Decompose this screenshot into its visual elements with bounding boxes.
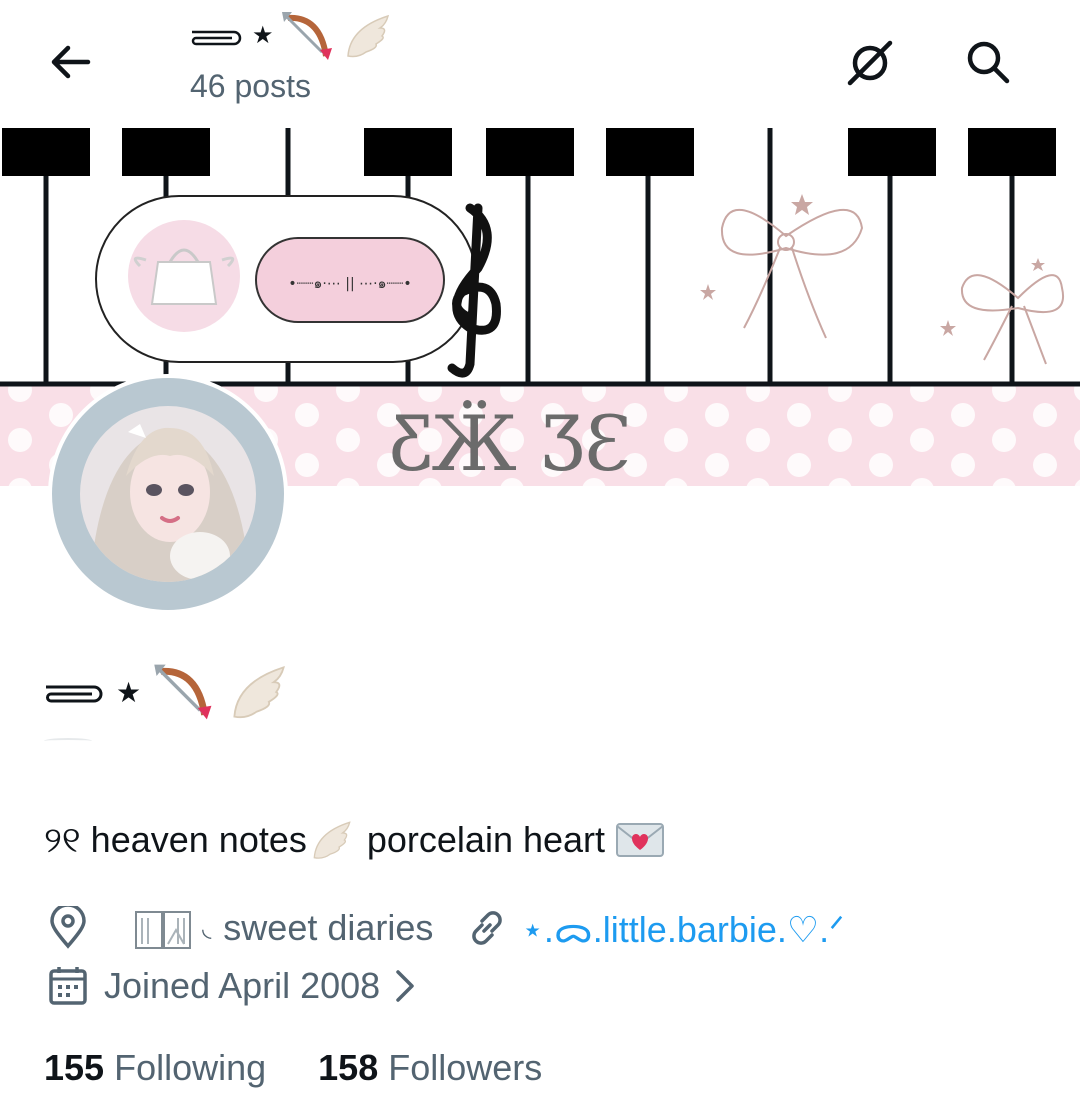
profile-display-name: ★: [44, 660, 291, 724]
avatar-photo: [80, 406, 256, 582]
followers-label: Followers: [388, 1047, 543, 1088]
location-text: sweet diaries: [223, 907, 434, 948]
followers-count: 158: [318, 1047, 379, 1088]
followers-link[interactable]: 158 Followers: [318, 1047, 542, 1089]
website-link[interactable]: ⋆.ᯅ.little.barbie.♡.ᐟ: [521, 904, 844, 953]
search-icon: [967, 41, 1010, 84]
profile-name-star: ★: [116, 676, 142, 708]
paperclip-icon: [46, 685, 103, 703]
love-letter-icon: [616, 823, 665, 857]
location-prefix: ◟: [202, 914, 212, 942]
search-button[interactable]: [960, 34, 1016, 90]
bow-and-arrow-icon: [154, 664, 212, 720]
profile-meta-joined: Joined April 2008: [44, 956, 416, 1016]
bow-and-arrow-icon: [281, 12, 332, 60]
arrow-left-icon: [51, 45, 91, 79]
wing-icon: [346, 14, 389, 58]
post-count: 46 posts: [190, 68, 311, 104]
slashed-circle-icon: [847, 40, 893, 86]
chevron-right-icon[interactable]: [394, 968, 416, 1004]
banner-glyphs: ƸӜ ƷƐ: [389, 399, 632, 488]
open-book-icon: [132, 904, 194, 952]
header-title: ★ 46 posts: [190, 8, 394, 106]
location-pin-icon: [44, 904, 92, 952]
avatar-ring: [52, 378, 284, 610]
joined-date: Joined April 2008: [104, 965, 381, 1006]
following-count: 155: [44, 1047, 105, 1088]
grok-button[interactable]: [842, 34, 898, 90]
calendar-icon: [44, 962, 92, 1010]
paperclip-icon: [191, 30, 242, 46]
following-label: Following: [114, 1047, 267, 1088]
following-link[interactable]: 155 Following: [44, 1047, 266, 1089]
wing-icon: [313, 821, 351, 859]
profile-bio: ୨୧ heaven notes porcelain heart: [44, 812, 675, 868]
top-bar: ★ 46 posts: [0, 0, 1080, 128]
handle-placeholder: [44, 738, 92, 744]
profile-meta-location-website: ◟ sweet diaries ⋆.ᯅ.little.barbie.♡.ᐟ: [44, 898, 844, 958]
music-player-text: •┈┈๑⋅⋯ || ⋯⋅๑┈┈•: [288, 276, 411, 292]
bio-suffix: porcelain heart: [366, 819, 606, 860]
profile-avatar[interactable]: [48, 374, 288, 614]
link-icon: [463, 904, 511, 952]
follow-stats: 155 Following 158 Followers: [44, 1042, 542, 1094]
wing-icon: [233, 666, 286, 719]
header-display-name: ★: [190, 8, 394, 64]
back-button[interactable]: [44, 36, 96, 88]
header-name-star: ★: [252, 22, 274, 49]
bio-prefix: ୨୧ heaven notes: [44, 819, 307, 860]
